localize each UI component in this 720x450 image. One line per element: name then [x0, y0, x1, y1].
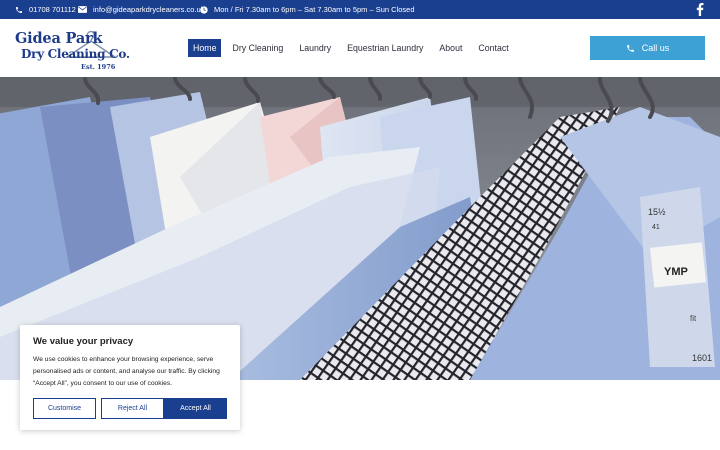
logo-established: Est. 1976 — [81, 63, 116, 71]
call-us-button[interactable]: Call us — [590, 36, 705, 60]
logo-line-2: Dry Cleaning Co. — [21, 47, 130, 61]
site-header: Gidea Park Dry Cleaning Co. Est. 1976 Ho… — [0, 19, 720, 77]
number-label: 1601 — [692, 353, 712, 363]
logo-line-1: Gidea Park — [15, 30, 103, 47]
top-info-bar: 01708 701112 info@gideaparkdrycleaners.c… — [0, 0, 720, 19]
nav-item-contact[interactable]: Contact — [473, 39, 513, 57]
phone-icon — [16, 6, 22, 13]
fit-label: fit — [690, 314, 697, 323]
email-text[interactable]: info@gideaparkdrycleaners.co.uk — [93, 5, 204, 14]
reject-all-button[interactable]: Reject All — [101, 398, 164, 419]
nav-item-dry-cleaning[interactable]: Dry Cleaning — [227, 39, 288, 57]
email-contact[interactable]: info@gideaparkdrycleaners.co.uk — [78, 0, 204, 19]
site-logo[interactable]: Gidea Park Dry Cleaning Co. Est. 1976 — [13, 27, 130, 73]
hours-text: Mon / Fri 7.30am to 6pm – Sat 7.30am to … — [214, 5, 415, 14]
customise-button[interactable]: Customise — [33, 398, 96, 419]
cookie-consent-dialog: We value your privacy We use cookies to … — [20, 325, 240, 430]
collar-size-label: 15½ — [648, 207, 666, 217]
nav-item-laundry[interactable]: Laundry — [294, 39, 336, 57]
cookie-title: We value your privacy — [33, 336, 134, 347]
phone-icon — [626, 44, 634, 52]
envelope-icon — [78, 6, 87, 13]
phone-text[interactable]: 01708 701112 — [29, 5, 76, 14]
cookie-body-text: We use cookies to enhance your browsing … — [33, 356, 220, 387]
main-nav: Home Dry Cleaning Laundry Equestrian Lau… — [188, 39, 520, 57]
nav-item-home[interactable]: Home — [188, 39, 222, 57]
collar-size-label-2: 41 — [652, 224, 660, 231]
facebook-icon[interactable] — [696, 3, 704, 16]
opening-hours: Mon / Fri 7.30am to 6pm – Sat 7.30am to … — [200, 0, 415, 19]
nav-item-equestrian-laundry[interactable]: Equestrian Laundry — [342, 39, 428, 57]
call-us-label: Call us — [641, 43, 670, 53]
brand-label: YMP — [664, 266, 688, 278]
nav-item-about[interactable]: About — [434, 39, 467, 57]
phone-contact[interactable]: 01708 701112 — [15, 0, 76, 19]
accept-all-button[interactable]: Accept All — [164, 398, 227, 419]
clock-icon — [200, 5, 208, 14]
